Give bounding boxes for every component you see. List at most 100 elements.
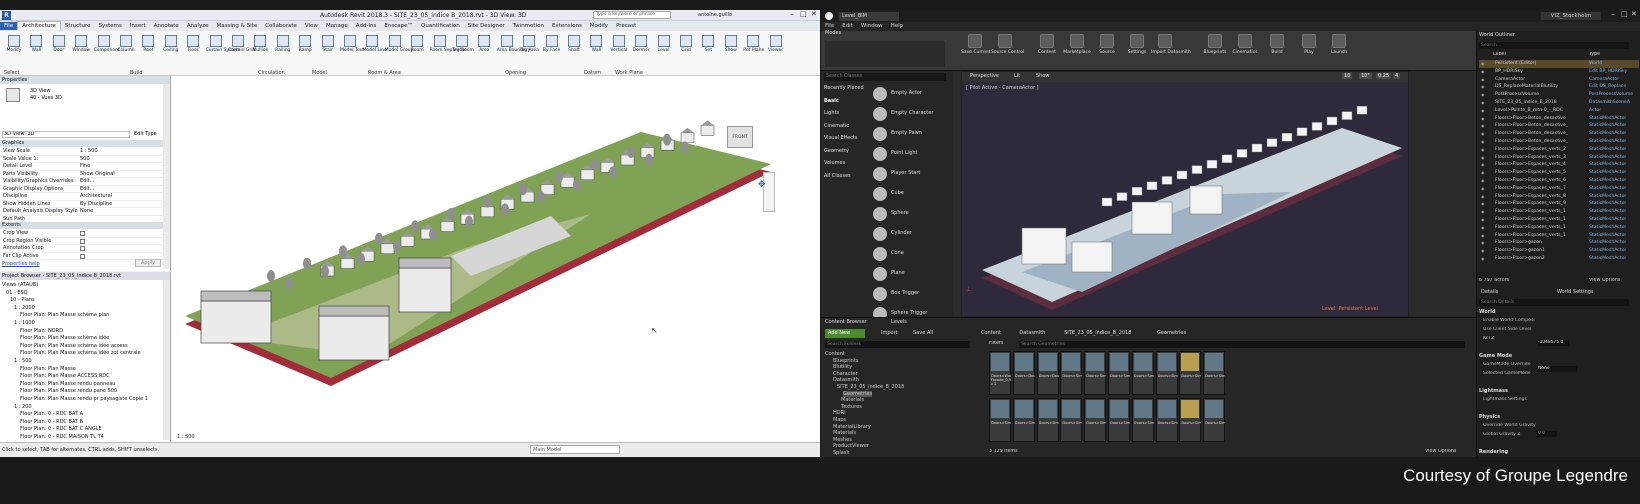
visibility-eye-icon[interactable]: ◉ xyxy=(1481,193,1485,201)
ribbon-tool-railing[interactable]: Railing xyxy=(273,33,293,67)
asset-tile[interactable]: Doors>Simple_ouverture xyxy=(1060,351,1083,395)
toolbar-save-current[interactable]: Save Current xyxy=(961,34,990,55)
property-value[interactable]: None xyxy=(80,208,93,215)
visibility-eye-icon[interactable]: ◉ xyxy=(1481,115,1485,123)
ribbon-tool-by-face[interactable]: By Face xyxy=(542,33,562,67)
asset-tile[interactable]: Doors>Simple_ouverture xyxy=(1131,351,1154,395)
ribbon-tool-window[interactable]: Window xyxy=(71,33,91,67)
ribbon-tool-set[interactable]: Set xyxy=(698,33,718,67)
checkbox[interactable] xyxy=(80,231,85,236)
search-geometries-input[interactable]: Search Geometries xyxy=(1019,341,1465,348)
visibility-eye-icon[interactable]: ◉ xyxy=(1481,68,1485,76)
ribbon-tool-roof[interactable]: Roof xyxy=(138,33,158,67)
content-folder[interactable]: Blueprints xyxy=(833,358,858,364)
menu-item[interactable]: Window xyxy=(857,22,887,31)
browser-item[interactable]: Floor Plan: Plan Masse schéma idée acces… xyxy=(20,343,128,349)
kill-z-input[interactable]: -1048575.0 xyxy=(1537,340,1569,346)
content-folder[interactable]: Textures xyxy=(841,404,862,410)
content-browser-tab[interactable]: Content Browser xyxy=(825,319,867,325)
outliner-row[interactable]: ◉ BP_HDRISky Edit BP_HDRISky xyxy=(1479,68,1639,76)
visibility-eye-icon[interactable]: ◉ xyxy=(1481,255,1485,263)
search-folders-input[interactable]: Search Folders xyxy=(825,341,970,348)
ribbon-tool-room-separator[interactable]: Room Separator xyxy=(430,33,466,67)
place-category[interactable]: Lights xyxy=(824,110,839,116)
visibility-eye-icon[interactable]: ◉ xyxy=(1481,177,1485,185)
steering-wheel-icon[interactable]: ✥ xyxy=(758,180,766,190)
world-settings-tab[interactable]: World Settings xyxy=(1557,289,1593,295)
visibility-eye-icon[interactable]: ◉ xyxy=(1481,208,1485,216)
asset-tile[interactable]: Doors>Simple_ouverture xyxy=(1155,398,1178,442)
details-section-header[interactable]: Lightmass xyxy=(1479,388,1508,394)
asset-tile[interactable]: Doors>Simple_ouverture xyxy=(1155,351,1178,395)
ribbon-tool-area[interactable]: Area xyxy=(474,33,494,67)
outliner-row[interactable]: ◉ Floors>Floor>Espaces_verts_1 StaticMeshA… xyxy=(1479,232,1639,240)
outliner-row[interactable]: ◉ Floors>Floor>Espaces_verts_1 StaticMeshA… xyxy=(1479,216,1639,224)
ribbon-tool-tag-room[interactable]: Tag Room xyxy=(452,33,474,67)
outliner-row[interactable]: ◉ Floors>Floor>Espaces_verts_5 StaticMeshA… xyxy=(1479,169,1639,177)
property-row[interactable]: Scale Value 1: 500 xyxy=(0,156,163,163)
placeable-item[interactable]: Player Start xyxy=(873,165,945,183)
placeable-item[interactable]: Plane xyxy=(873,265,945,283)
property-value[interactable]: 1 : 500 xyxy=(80,148,98,155)
ribbon-tab[interactable]: Quantification xyxy=(417,22,464,30)
properties-help-link[interactable]: Properties help xyxy=(2,261,40,267)
view-scale-label[interactable]: 1 : 500 xyxy=(177,434,195,440)
ribbon-tool-ceiling[interactable]: Ceiling xyxy=(161,33,181,67)
toolbar-settings[interactable]: Settings xyxy=(1123,34,1151,55)
content-folder[interactable]: Datasmith xyxy=(833,377,859,383)
snap-value[interactable]: 10° xyxy=(1359,73,1372,79)
revit-user-name[interactable]: antoine.guillo xyxy=(698,12,732,18)
path-segment[interactable]: Datasmith xyxy=(1019,330,1045,336)
ribbon-tool-tag-area[interactable]: Tag Area xyxy=(519,33,539,67)
path-segment[interactable]: Geometries xyxy=(1157,330,1186,336)
ribbon-tool-mullion[interactable]: Mullion xyxy=(250,33,270,67)
placeable-item[interactable]: Cube xyxy=(873,185,945,203)
asset-tile[interactable]: Doors>Simple_ouverture xyxy=(1012,398,1035,442)
details-section-header[interactable]: Physics xyxy=(1479,414,1500,420)
content-view-options[interactable]: View Options xyxy=(1425,449,1456,454)
ribbon-tool-column[interactable]: Column xyxy=(116,33,136,67)
visibility-eye-icon[interactable]: ◉ xyxy=(1481,216,1485,224)
asset-tile[interactable]: Doors>Simple_ouverture xyxy=(1108,398,1130,442)
lit-button[interactable]: Lit xyxy=(1014,73,1020,79)
outliner-row[interactable]: ◉ Floors>Floor>Beton_desactive_ StaticMesh… xyxy=(1479,138,1639,146)
ribbon-tab[interactable]: Structure xyxy=(61,22,95,30)
place-category[interactable]: Basic xyxy=(824,98,839,104)
asset-tile[interactable]: Doors>Simple_ouverture xyxy=(1179,398,1202,442)
visibility-eye-icon[interactable]: ◉ xyxy=(1481,107,1485,115)
ribbon-tab[interactable]: Massing & Site xyxy=(213,22,262,30)
property-row[interactable]: Graphic Display Options Edit... xyxy=(0,186,163,193)
browser-item[interactable]: 01 - ESQ xyxy=(6,290,28,296)
outliner-row[interactable]: ◉ Floors>Floor>Espaces_verts_4 StaticMeshA… xyxy=(1479,161,1639,169)
ribbon-tab[interactable]: Annotate xyxy=(150,22,183,30)
properties-view-selector[interactable]: 3D View: 3D xyxy=(2,131,130,138)
visibility-eye-icon[interactable]: ◉ xyxy=(1481,60,1485,68)
ribbon-tab[interactable]: Systems xyxy=(94,22,125,30)
property-row[interactable]: Visibility/Graphics Overrides Edit... xyxy=(0,178,163,186)
unreal-maximize-icon[interactable]: □ xyxy=(1621,10,1628,18)
ribbon-tool-component[interactable]: Component xyxy=(94,33,120,67)
apply-button[interactable]: Apply xyxy=(135,259,161,267)
toolbar-build[interactable]: Build xyxy=(1263,34,1291,55)
ribbon-tab[interactable]: Architecture xyxy=(17,21,61,30)
property-value[interactable]: Edit... xyxy=(80,178,94,185)
visibility-eye-icon[interactable]: ◉ xyxy=(1481,247,1485,255)
ribbon-tab[interactable]: Collaborate xyxy=(261,22,301,30)
visibility-eye-icon[interactable]: ◉ xyxy=(1481,83,1485,91)
ribbon-tool-show[interactable]: Show xyxy=(721,33,741,67)
import-button[interactable]: Import xyxy=(881,330,898,336)
ribbon-tool-room[interactable]: Room xyxy=(407,33,427,67)
outliner-row[interactable]: ◉ Floors>Floor>gazon2 StaticMeshActor xyxy=(1479,255,1639,263)
ribbon-tool-dormer[interactable]: Dormer xyxy=(631,33,651,67)
ribbon-tool-curtain-grid[interactable]: Curtain Grid xyxy=(228,33,255,67)
outliner-row[interactable]: ◉ SITE_23_05_indice_B_2018 DatasmithSceneA xyxy=(1479,99,1639,107)
browser-item[interactable]: Floor Plan: Plan Masse schéma idée zot c… xyxy=(20,350,141,356)
levels-tab[interactable]: Levels xyxy=(891,319,907,325)
edit-type-button[interactable]: Edit Type xyxy=(134,131,157,137)
properties-section-extents[interactable]: Extents xyxy=(0,222,163,229)
browser-item[interactable]: 1 : 500 xyxy=(14,358,32,364)
gravity-input[interactable]: 0.0 xyxy=(1537,431,1557,437)
ribbon-tool-shaft[interactable]: Shaft xyxy=(564,33,584,67)
details-section-header[interactable]: Rendering xyxy=(1479,449,1508,455)
browser-item[interactable]: Views (ATAUB) xyxy=(2,282,38,288)
